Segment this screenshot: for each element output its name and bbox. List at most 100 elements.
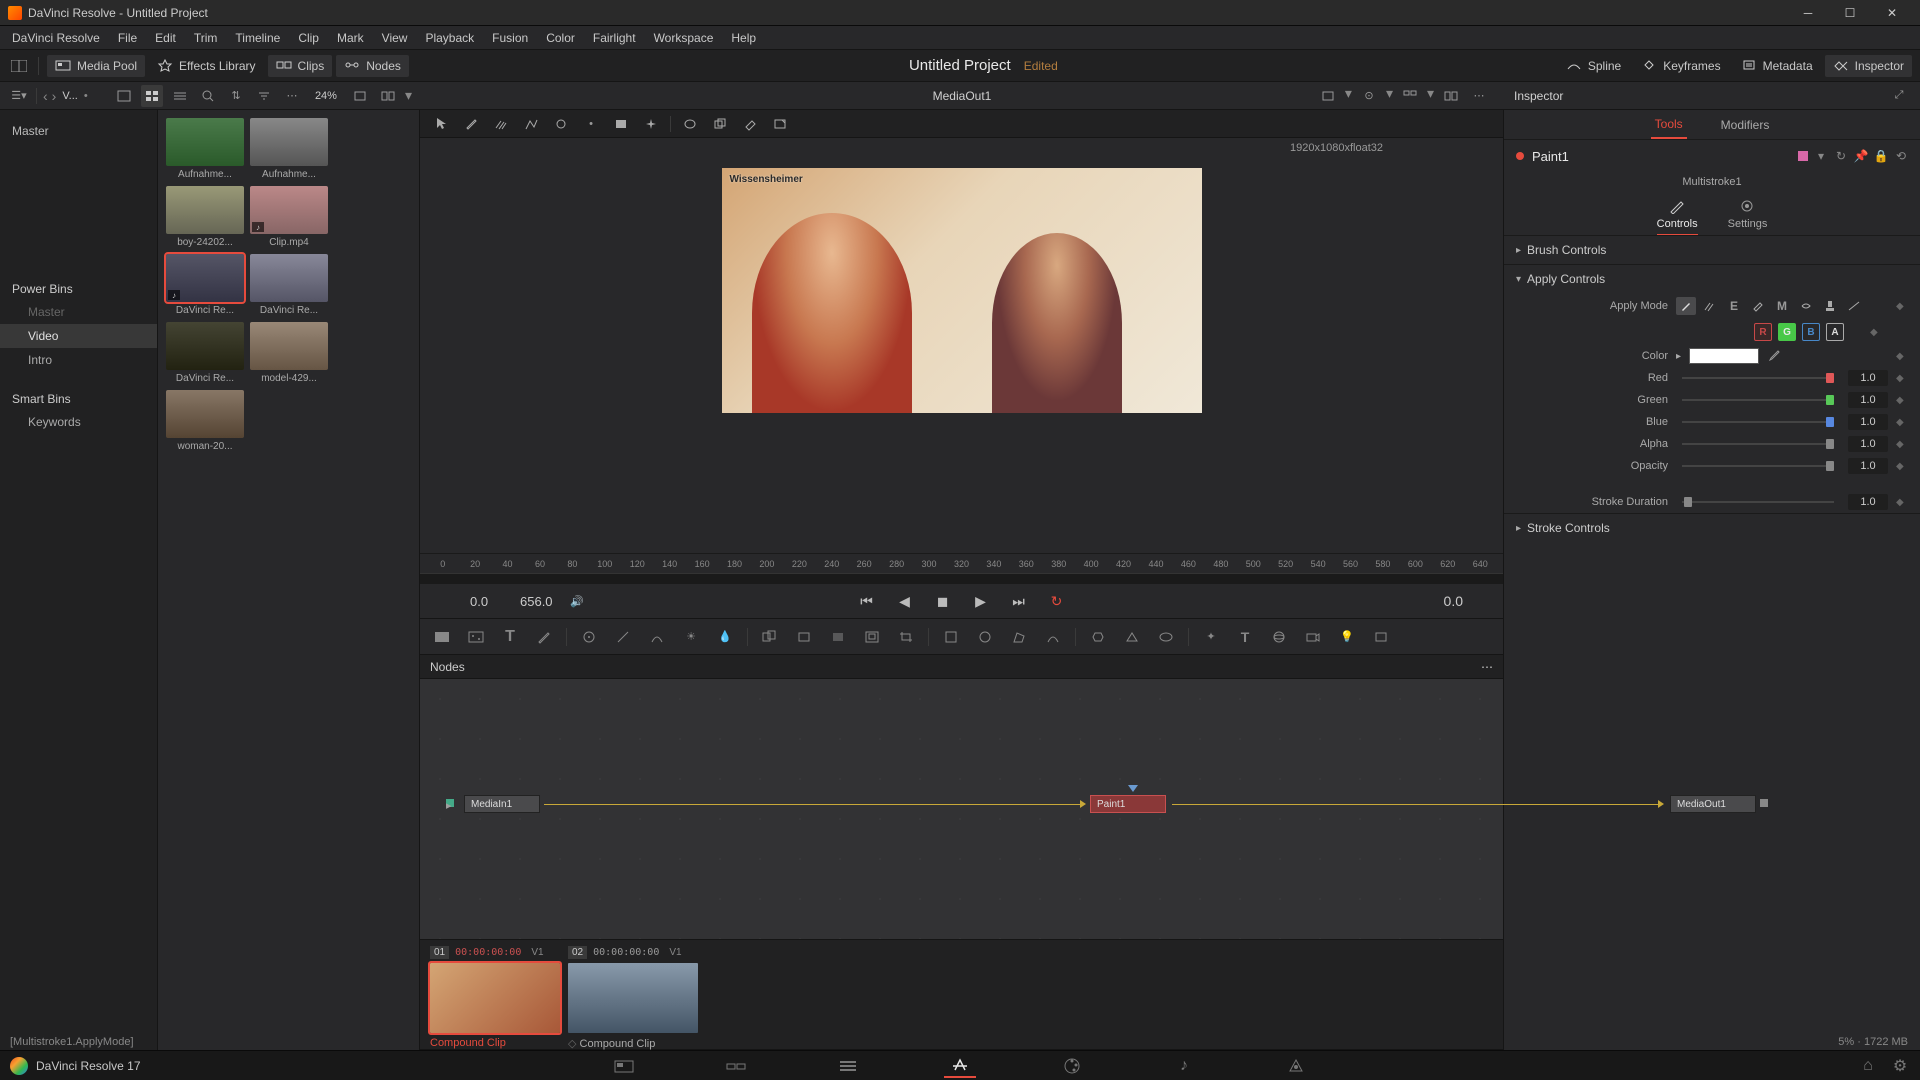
menu-davinci[interactable]: DaVinci Resolve [4,28,108,48]
menu-trim[interactable]: Trim [186,28,226,48]
fastnoise-tool[interactable] [464,626,488,648]
nodes-button[interactable]: Nodes [336,55,409,77]
apply-erase[interactable] [1748,297,1768,315]
stroke-duration-slider[interactable] [1682,501,1834,503]
viewer-dd1[interactable]: ▾ [1345,85,1352,107]
blur-tool[interactable]: 💧 [713,626,737,648]
color-swatch[interactable] [1689,348,1759,364]
mattecontrol-tool[interactable] [826,626,850,648]
menu-file[interactable]: File [110,28,145,48]
param-green-slider[interactable] [1682,399,1834,401]
param-blue-value[interactable]: 1.0 [1848,414,1888,430]
param-blue-slider[interactable] [1682,421,1834,423]
split-button[interactable] [377,85,399,107]
home-icon[interactable]: ⌂ [1858,1054,1878,1078]
menu-fairlight[interactable]: Fairlight [585,28,644,48]
apply-clone[interactable] [1700,297,1720,315]
polyline-tool[interactable] [520,114,542,134]
menu-mark[interactable]: Mark [329,28,372,48]
paint-tool[interactable] [532,626,556,648]
section-brush-controls[interactable]: ▸ Brush Controls [1504,236,1920,264]
clip-item[interactable]: woman-20... [166,390,244,452]
menu-color[interactable]: Color [538,28,583,48]
clip-item[interactable]: DaVinci Re... [250,254,328,316]
project-settings-icon[interactable]: ⚙ [1890,1054,1910,1078]
viewer-single[interactable] [1317,85,1339,107]
eyedropper-icon[interactable] [1767,348,1783,364]
eraser-tool[interactable] [739,114,761,134]
view-list[interactable] [169,85,191,107]
spline-button[interactable]: Spline [1558,55,1629,77]
tab-modifiers[interactable]: Modifiers [1717,112,1774,138]
viewer-more[interactable]: ⋯ [1468,85,1490,107]
transform-tool[interactable] [792,626,816,648]
nav-back[interactable]: ‹ [43,88,48,104]
sort-button[interactable]: ⇅ [225,85,247,107]
view-metadata[interactable] [113,85,135,107]
param-red-value[interactable]: 1.0 [1848,370,1888,386]
master-bin[interactable]: Master [0,118,157,144]
apply-color[interactable] [1676,297,1696,315]
keyframe-diamond[interactable]: ◆ [1896,373,1906,384]
nav-forward[interactable]: › [52,88,57,104]
page-fusion[interactable] [944,1054,976,1078]
param-red-slider[interactable] [1682,377,1834,379]
minimize-button[interactable]: ─ [1788,2,1828,24]
keyframe-diamond[interactable]: ◆ [1896,351,1906,362]
keyframe-diamond[interactable]: ◆ [1896,417,1906,428]
node-mediaout[interactable]: MediaOut1 [1670,795,1756,813]
scrubber[interactable] [420,573,1503,583]
clip-item[interactable]: Aufnahme... [166,118,244,180]
tracker-tool[interactable] [577,626,601,648]
camera3d-tool[interactable] [1301,626,1325,648]
play[interactable]: ▶ [968,588,994,614]
param-alpha-value[interactable]: 1.0 [1848,436,1888,452]
power-bins-header[interactable]: Power Bins [0,274,157,300]
brightness-tool[interactable] [611,626,635,648]
merge-tool[interactable] [758,626,782,648]
viewer-snap[interactable]: ⊙ [1358,85,1380,107]
inspector-expand[interactable]: ⤢ [1888,85,1910,107]
text-tool[interactable]: T [498,626,522,648]
bg-tool[interactable] [430,626,454,648]
apply-wire[interactable] [1844,297,1864,315]
menu-timeline[interactable]: Timeline [227,28,288,48]
point-tool[interactable]: • [580,114,602,134]
deltakeyer-tool[interactable] [1120,626,1144,648]
select-tool[interactable] [430,114,452,134]
strip-clip[interactable]: 02 00:00:00:00 V1 ◇ Compound Clip [568,946,698,1050]
subtab-settings[interactable]: Settings [1728,198,1768,235]
viewer-dual[interactable] [1440,85,1462,107]
circle-tool[interactable] [550,114,572,134]
wand-tool[interactable] [640,114,662,134]
range-start[interactable]: 0.0 [470,594,488,609]
polygon-mask[interactable] [1007,626,1031,648]
colorcurve-tool[interactable] [645,626,669,648]
close-button[interactable]: ✕ [1872,2,1912,24]
nodes-menu[interactable]: ⋯ [1481,660,1493,674]
inspector-button[interactable]: Inspector [1825,55,1912,77]
param-opacity-value[interactable]: 1.0 [1848,458,1888,474]
menu-help[interactable]: Help [723,28,764,48]
layout-dropdown[interactable] [8,55,30,77]
channel-b[interactable]: B [1802,323,1820,341]
menu-workspace[interactable]: Workspace [646,28,722,48]
menu-fusion[interactable]: Fusion [484,28,536,48]
hue-tool[interactable]: ☀ [679,626,703,648]
page-fairlight[interactable]: ♪ [1168,1054,1200,1078]
apply-merge[interactable]: M [1772,297,1792,315]
maximize-button[interactable]: ☐ [1830,2,1870,24]
zoom-level[interactable]: 24% [309,90,343,102]
channel-r[interactable]: R [1754,323,1772,341]
volume-icon[interactable]: 🔊 [570,595,584,608]
resize-tool[interactable] [860,626,884,648]
clip-item[interactable]: ♪DaVinci Re... [166,254,244,316]
menu-edit[interactable]: Edit [147,28,184,48]
copy-tool[interactable] [709,114,731,134]
versions-dropdown[interactable]: ▾ [1814,149,1828,163]
keyframe-diamond[interactable]: ◆ [1870,327,1880,338]
search-button[interactable] [197,85,219,107]
keyframe-diamond[interactable]: ◆ [1896,497,1906,508]
color-expand[interactable]: ▸ [1676,351,1681,362]
node-input-port[interactable]: ▸ [446,799,454,807]
